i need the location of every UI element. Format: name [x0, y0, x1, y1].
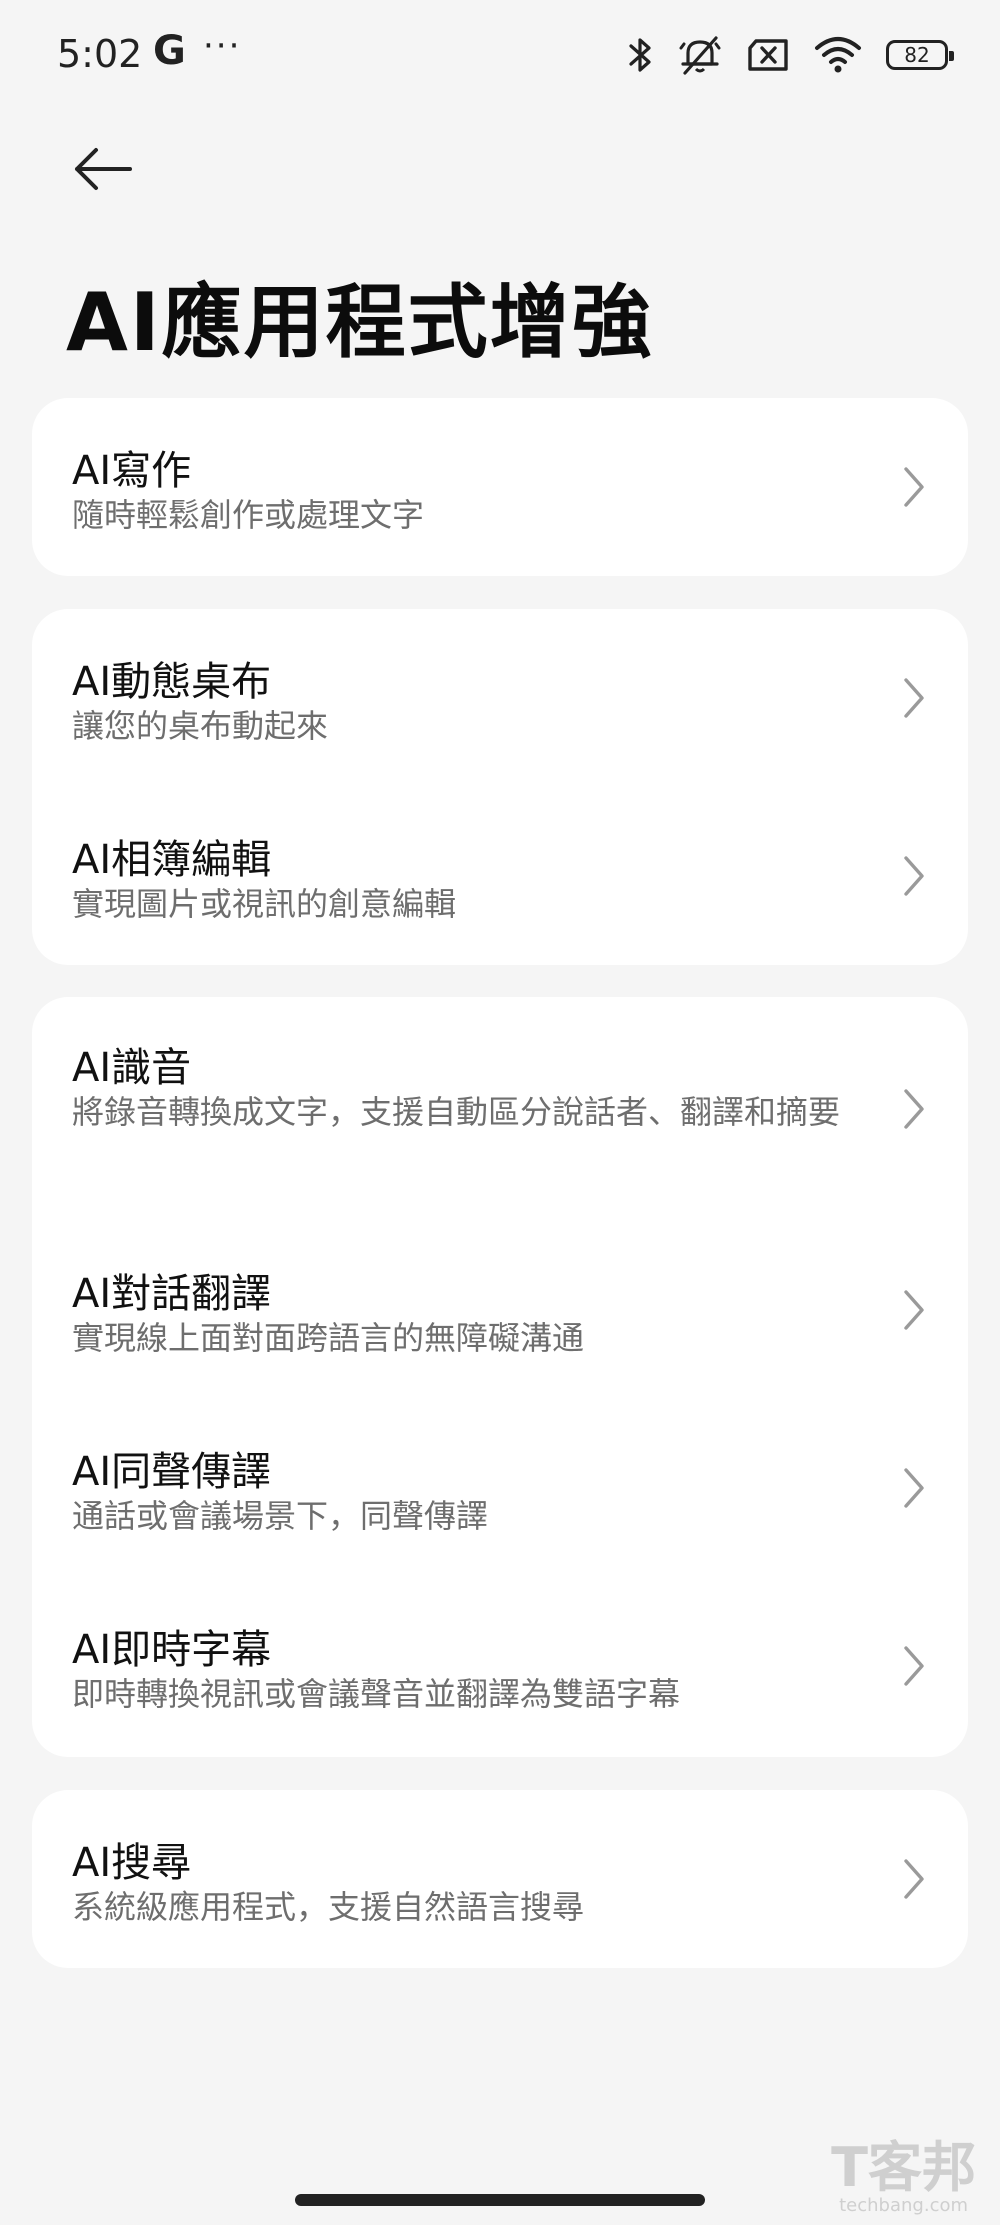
item-title: AI動態桌布	[72, 659, 272, 705]
home-indicator[interactable]	[295, 2194, 705, 2206]
item-title: AI搜尋	[72, 1840, 192, 1886]
chevron-right-icon	[904, 1646, 924, 1686]
more-notifications-icon: ···	[203, 26, 242, 66]
item-title: AI對話翻譯	[72, 1271, 272, 1317]
item-subtitle: 讓您的桌布動起來	[72, 707, 329, 745]
arrow-left-icon	[75, 148, 132, 190]
status-bar: 5:02 G ··· 82	[0, 0, 1000, 110]
watermark-domain: techbang.com	[839, 2195, 969, 2216]
item-title: AI寫作	[72, 448, 192, 494]
item-subtitle: 通話或會議場景下，同聲傳譯	[72, 1497, 489, 1535]
list-item-ai-voice-recognition[interactable]: AI識音 將錄音轉換成文字，支援自動區分說話者、翻譯和摘要	[32, 997, 968, 1221]
list-item-ai-album-edit[interactable]: AI相簿編輯 實現圖片或視訊的創意編輯	[32, 787, 968, 965]
status-time: 5:02	[57, 32, 143, 76]
settings-card-search: AI搜尋 系統級應用程式，支援自然語言搜尋	[32, 1790, 968, 1968]
chevron-right-icon	[904, 1089, 924, 1129]
list-item-ai-writing[interactable]: AI寫作 隨時輕鬆創作或處理文字	[32, 398, 968, 576]
chevron-right-icon	[904, 678, 924, 718]
chevron-right-icon	[904, 1290, 924, 1330]
bluetooth-icon	[629, 38, 651, 72]
item-subtitle: 系統級應用程式，支援自然語言搜尋	[72, 1888, 585, 1926]
chevron-right-icon	[904, 856, 924, 896]
watermark-brand: T客邦	[831, 2136, 976, 2199]
item-subtitle: 將錄音轉換成文字，支援自動區分說話者、翻譯和摘要	[72, 1093, 841, 1131]
battery-level: 82	[904, 43, 930, 67]
item-subtitle: 隨時輕鬆創作或處理文字	[72, 496, 425, 534]
settings-card-visual: AI動態桌布 讓您的桌布動起來 AI相簿編輯 實現圖片或視訊的創意編輯	[32, 609, 968, 965]
list-item-ai-search[interactable]: AI搜尋 系統級應用程式，支援自然語言搜尋	[32, 1790, 968, 1968]
item-title: AI同聲傳譯	[72, 1449, 272, 1495]
page-title: AI應用程式增強	[66, 276, 654, 369]
list-item-ai-conversation-translate[interactable]: AI對話翻譯 實現線上面對面跨語言的無障礙溝通	[32, 1221, 968, 1399]
item-title: AI相簿編輯	[72, 837, 272, 883]
mute-bell-icon	[679, 36, 721, 75]
chevron-right-icon	[904, 1468, 924, 1508]
watermark-logo: T客邦 techbang.com	[831, 2140, 976, 2216]
no-sim-icon	[748, 39, 788, 71]
item-subtitle: 即時轉換視訊或會議聲音並翻譯為雙語字幕	[72, 1675, 681, 1713]
item-subtitle: 實現圖片或視訊的創意編輯	[72, 885, 457, 923]
chevron-right-icon	[904, 1859, 924, 1899]
list-item-ai-dynamic-wallpaper[interactable]: AI動態桌布 讓您的桌布動起來	[32, 609, 968, 787]
back-button[interactable]	[60, 132, 146, 206]
item-title: AI識音	[72, 1045, 192, 1091]
chevron-right-icon	[904, 467, 924, 507]
google-icon: G	[153, 28, 186, 74]
list-item-ai-simultaneous-interpret[interactable]: AI同聲傳譯 通話或會議場景下，同聲傳譯	[32, 1399, 968, 1577]
item-subtitle: 實現線上面對面跨語言的無障礙溝通	[72, 1319, 585, 1357]
item-title: AI即時字幕	[72, 1627, 272, 1673]
list-item-ai-live-caption[interactable]: AI即時字幕 即時轉換視訊或會議聲音並翻譯為雙語字幕	[32, 1577, 968, 1757]
settings-card-voice: AI識音 將錄音轉換成文字，支援自動區分說話者、翻譯和摘要 AI對話翻譯 實現線…	[32, 997, 968, 1757]
wifi-icon	[815, 37, 861, 73]
status-icons: 82	[628, 30, 954, 80]
settings-card-writing: AI寫作 隨時輕鬆創作或處理文字	[32, 398, 968, 576]
battery-icon: 82	[886, 40, 954, 70]
